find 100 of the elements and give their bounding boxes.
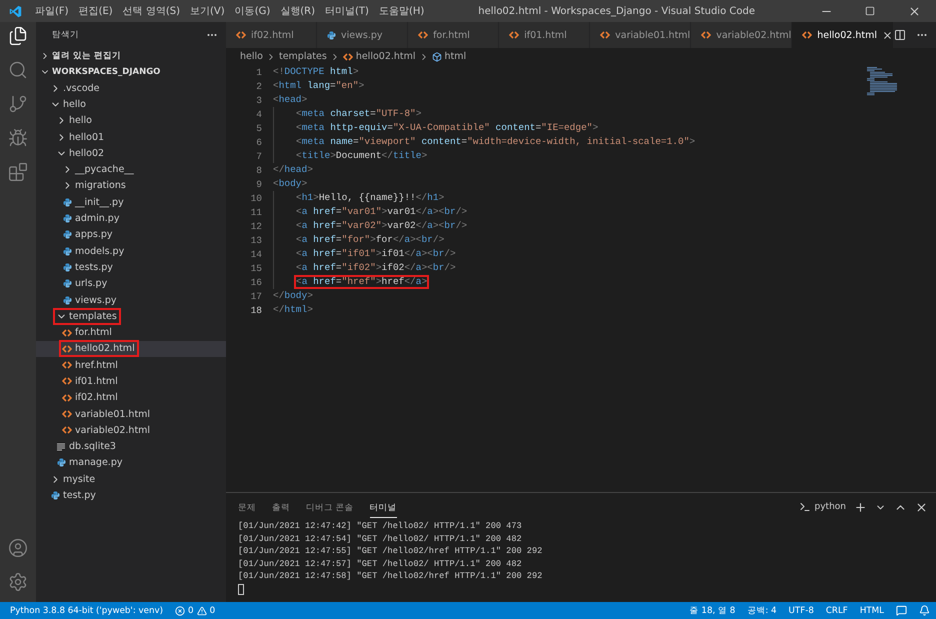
line-number: 5 (255, 122, 262, 134)
terminal-selector[interactable]: python (798, 501, 846, 513)
tree-item[interactable]: __pycache__ (36, 161, 226, 178)
panel-tab[interactable]: 디버그 콘솔 (306, 496, 354, 518)
status-item[interactable]: HTML (860, 606, 884, 616)
menu-item[interactable]: 이동(G) (230, 4, 276, 18)
close-icon[interactable] (882, 30, 893, 40)
settings-icon[interactable] (8, 572, 28, 592)
code-file-icon (418, 31, 428, 39)
status-item[interactable]: 공백: 4 (747, 604, 777, 616)
tree-item[interactable]: hello (36, 112, 226, 129)
maximize-icon[interactable] (865, 6, 875, 16)
tree-item[interactable]: href.html (36, 357, 226, 374)
menu-item[interactable]: 터미널(T) (320, 4, 374, 18)
breadcrumb[interactable]: hello (240, 51, 263, 62)
feedback-icon[interactable] (896, 605, 907, 616)
plus-icon[interactable] (854, 500, 867, 514)
tree-item[interactable]: if02.html (36, 390, 226, 406)
split-editor-icon[interactable] (894, 29, 906, 41)
editor-tab[interactable]: if02.html (226, 22, 318, 48)
tree-item[interactable]: test.py (36, 487, 226, 504)
tree-item[interactable]: hello02 (36, 145, 226, 162)
status-item[interactable]: CRLF (826, 606, 848, 616)
menu-item[interactable]: 편집(E) (74, 4, 118, 18)
terminal-cursor (238, 584, 244, 595)
section-title: 열려 있는 편집기 (52, 50, 121, 62)
editor-tab[interactable]: views.py (317, 22, 408, 48)
tree-item[interactable]: mysite (36, 471, 226, 488)
line-number: 1 (255, 66, 262, 78)
line-number: 9 (255, 178, 262, 190)
search-icon[interactable] (8, 60, 28, 80)
blocks-icon[interactable] (8, 162, 28, 182)
interpreter-status[interactable]: Python 3.8.8 64-bit ('pyweb': venv) (10, 606, 164, 616)
tree-item[interactable]: for.html (36, 324, 226, 341)
line-number: 14 (250, 248, 262, 260)
files-icon[interactable] (8, 26, 28, 46)
code-line: <head> (272, 93, 308, 107)
tree-item[interactable]: hello02.html (36, 340, 226, 358)
status-item[interactable]: 줄 18, 열 8 (690, 604, 736, 616)
python-file-icon (62, 262, 72, 272)
code-file-icon (701, 31, 712, 39)
breadcrumb[interactable]: hello02.html (342, 51, 416, 62)
section-header[interactable]: 열려 있는 편집기 (36, 48, 226, 64)
app-logo-icon (8, 4, 22, 18)
account-icon[interactable] (8, 538, 28, 558)
editor-tab[interactable]: if01.html (499, 22, 590, 48)
minimap-drawing (866, 67, 898, 97)
tree-item[interactable]: manage.py (36, 454, 226, 472)
code-line: <title>Document</title> (295, 149, 428, 163)
panel-tab[interactable]: 터미널 (370, 496, 397, 518)
editor-tab[interactable]: hello02.html (792, 22, 894, 48)
tree-item[interactable]: tests.py (36, 259, 226, 276)
error-icon (175, 606, 186, 616)
close-icon[interactable] (908, 4, 920, 18)
python-file-icon (62, 230, 72, 240)
tree-item[interactable]: admin.py (36, 210, 226, 227)
panel-tab[interactable]: 문제 (238, 496, 256, 518)
window-title: hello02.html - Workspaces_Django - Visual Studio Code (478, 6, 755, 16)
tree-item[interactable]: views.py (36, 292, 226, 308)
menu-item[interactable]: 보기(V) (185, 4, 230, 18)
tree-item[interactable]: urls.py (36, 276, 226, 292)
menu-item[interactable]: 파일(F) (30, 4, 74, 18)
bug-icon[interactable] (8, 128, 28, 148)
terminal-line: [01/Jun/2021 12:47:58] "GET /hello02/href HTTP/1.1" 200 292 (238, 571, 544, 584)
terminal-line: [01/Jun/2021 12:47:55] "GET /hello02/href HTTP/1.1" 200 292 (238, 546, 544, 558)
bell-icon[interactable] (919, 605, 930, 616)
breadcrumb[interactable]: templates (278, 51, 327, 62)
problems-status[interactable]: 0 0 (175, 606, 216, 616)
tree-item[interactable]: if01.html (36, 373, 226, 390)
code-file-icon (62, 410, 72, 418)
python-file-icon (62, 198, 72, 207)
tree-item[interactable]: __init__.py (36, 194, 226, 210)
menu-item[interactable]: 도움말(H) (374, 4, 430, 18)
menu-item[interactable]: 선택 영역(S) (118, 4, 186, 18)
editor-tab[interactable]: variable01.html (590, 22, 692, 48)
code-line: <a href="if01">if01</a><br/> (295, 247, 457, 261)
code-line: </html> (272, 303, 314, 317)
status-item[interactable]: UTF-8 (788, 606, 814, 616)
python-file-icon (62, 246, 72, 256)
editor-tab[interactable]: variable02.html (691, 22, 792, 48)
tree-item[interactable]: models.py (36, 242, 226, 260)
editor-tab[interactable]: for.html (408, 22, 500, 48)
tree-item[interactable]: migrations (36, 178, 226, 194)
tree-item[interactable]: variable01.html (36, 406, 226, 422)
tree-item[interactable]: .vscode (36, 80, 226, 96)
branch-icon[interactable] (8, 94, 28, 114)
tree-item[interactable]: apps.py (36, 226, 226, 243)
menu-item[interactable]: 실행(R) (275, 4, 320, 18)
tree-item[interactable]: hello (36, 96, 226, 113)
code-line: </body> (272, 289, 314, 303)
breadcrumb[interactable]: html (432, 51, 466, 62)
section-header[interactable]: WORKSPACES_DJANGO (36, 64, 226, 80)
lines-file-icon (57, 442, 65, 451)
tree-item[interactable]: templates (36, 308, 226, 324)
close-icon[interactable] (915, 500, 928, 514)
tree-item[interactable]: db.sqlite3 (36, 438, 226, 455)
python-file-icon (327, 30, 336, 40)
panel-tab[interactable]: 출력 (272, 496, 290, 518)
tree-item[interactable]: variable02.html (36, 422, 226, 439)
tree-item[interactable]: hello01 (36, 128, 226, 146)
